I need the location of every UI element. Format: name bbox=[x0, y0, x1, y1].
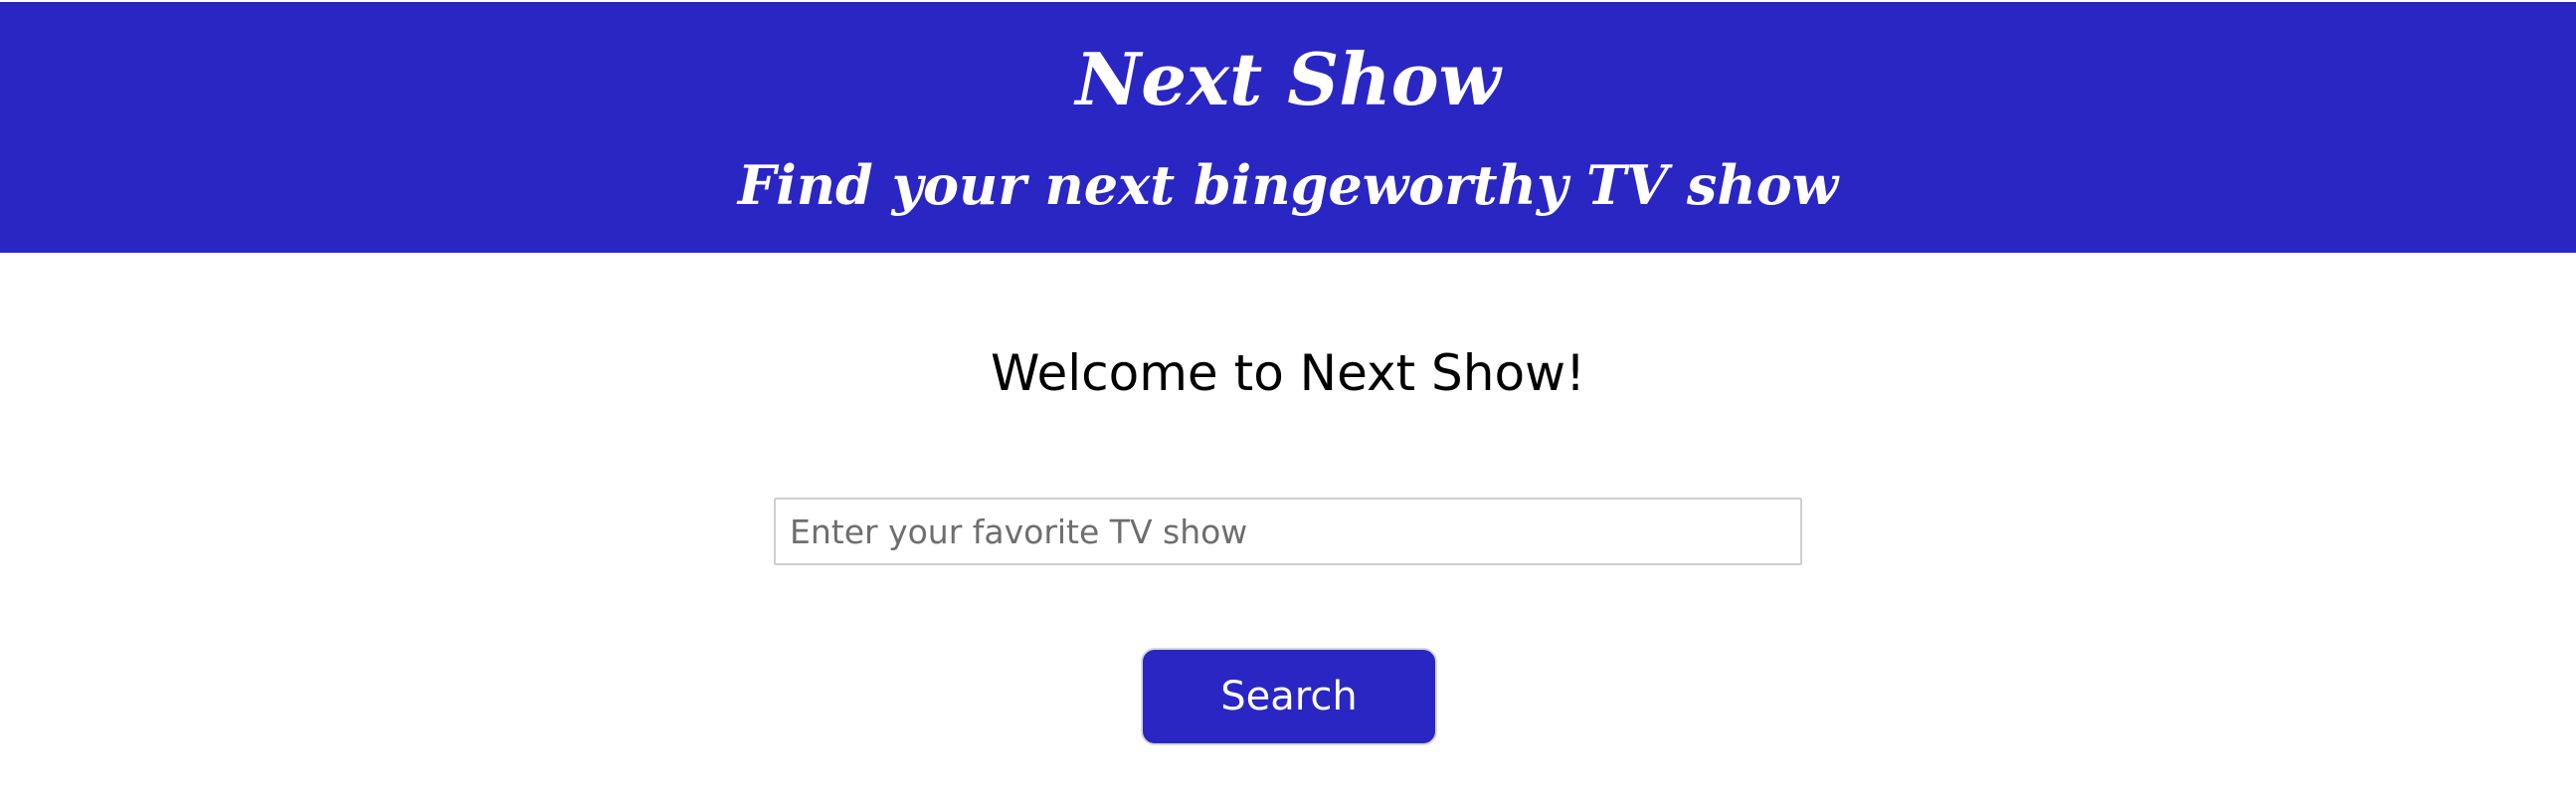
search-input[interactable] bbox=[774, 498, 1802, 565]
page: Next Show Find your next bingeworthy TV … bbox=[0, 0, 2576, 812]
search-button[interactable]: Search bbox=[1141, 648, 1437, 745]
site-subtitle: Find your next bingeworthy TV show bbox=[737, 153, 1839, 217]
site-title: Next Show bbox=[1075, 37, 1501, 121]
site-header: Next Show Find your next bingeworthy TV … bbox=[0, 2, 2576, 253]
welcome-heading: Welcome to Next Show! bbox=[990, 344, 1586, 402]
